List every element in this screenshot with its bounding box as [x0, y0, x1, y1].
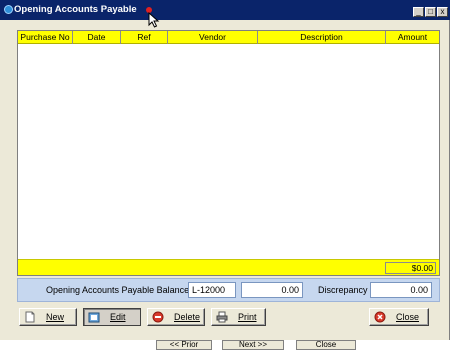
delete-icon [152, 311, 164, 323]
delete-button[interactable]: Delete [147, 308, 205, 326]
print-button[interactable]: Print [211, 308, 266, 326]
column-header-ref[interactable]: Ref [121, 31, 168, 44]
column-header-description[interactable]: Description [258, 31, 386, 44]
delete-button-label: Delete [174, 312, 201, 322]
close-button[interactable]: Close [369, 308, 429, 326]
column-header-purchase-no[interactable]: Purchase No [18, 31, 73, 44]
edit-icon [88, 312, 100, 323]
background-prior-button: << Prior [156, 340, 212, 350]
print-button-label: Print [238, 312, 257, 322]
discrepancy-label: Discrepancy [318, 285, 368, 295]
new-button-label: New [46, 312, 65, 322]
balance-panel: Opening Accounts Payable Balance L-12000… [17, 278, 440, 302]
opening-accounts-payable-window: Opening Accounts Payable _ □ x Purchase … [0, 0, 450, 340]
account-field[interactable]: L-12000 [188, 282, 236, 298]
balance-amount-field[interactable]: 0.00 [241, 282, 303, 298]
edit-button[interactable]: Edit [83, 308, 141, 326]
close-window-button[interactable]: x [437, 7, 448, 17]
grid-header: Purchase No Date Ref Vendor Description … [18, 31, 439, 44]
balance-label: Opening Accounts Payable Balance [46, 285, 190, 295]
title-bar[interactable]: Opening Accounts Payable _ □ x [0, 0, 450, 28]
payables-grid[interactable]: Purchase No Date Ref Vendor Description … [17, 30, 440, 276]
grid-body[interactable] [18, 44, 439, 258]
mouse-cursor-icon [148, 12, 160, 28]
app-icon [4, 5, 13, 14]
grid-total-bar: $0.00 [18, 259, 439, 275]
background-close-button: Close [296, 340, 356, 350]
close-icon [374, 311, 386, 323]
discrepancy-field: 0.00 [370, 282, 432, 298]
maximize-button[interactable]: □ [425, 7, 436, 17]
column-header-amount[interactable]: Amount [386, 31, 439, 44]
column-header-date[interactable]: Date [73, 31, 121, 44]
background-next-button: Next >> [222, 340, 284, 350]
window-title: Opening Accounts Payable [14, 4, 137, 15]
close-button-label: Close [396, 312, 420, 322]
background-area [451, 0, 460, 346]
column-header-vendor[interactable]: Vendor [168, 31, 258, 44]
total-amount: $0.00 [385, 262, 436, 274]
printer-icon [216, 311, 228, 323]
minimize-button[interactable]: _ [413, 7, 424, 17]
new-document-icon [25, 311, 35, 323]
new-button[interactable]: New [19, 308, 77, 326]
edit-button-label: Edit [110, 312, 126, 322]
